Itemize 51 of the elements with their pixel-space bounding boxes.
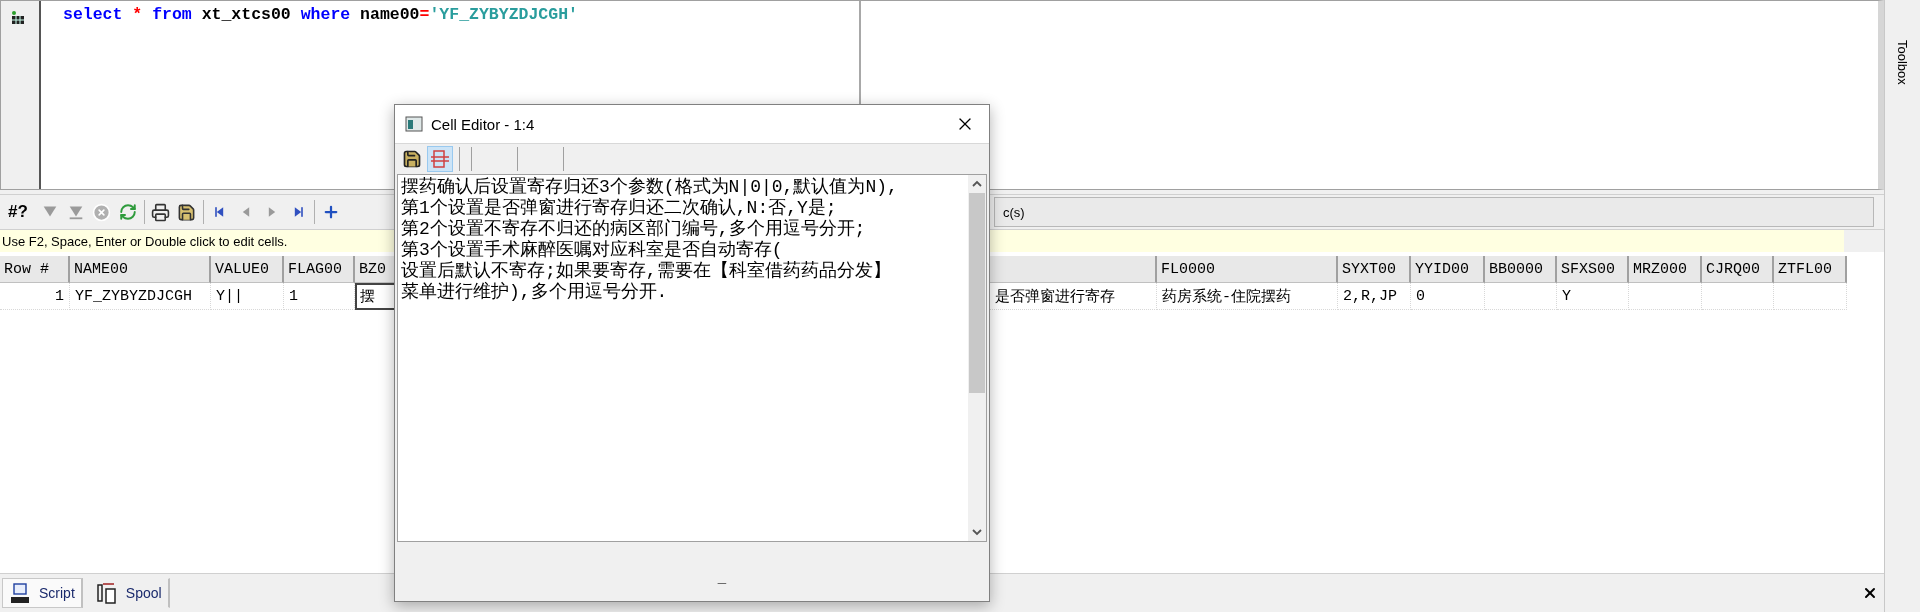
row-number: 1 (0, 283, 70, 310)
close-icon[interactable] (1862, 585, 1878, 601)
table-cell[interactable]: 是否弹窗进行寄存 (990, 283, 1157, 310)
window-title: Cell Editor - 1:4 (431, 115, 535, 133)
text-line: 菜单进行维护),多个用逗号分开. (401, 282, 669, 303)
column-header[interactable]: VALUE0 (211, 256, 284, 283)
bottom-tab[interactable]: Script (2, 578, 83, 608)
table-cell[interactable] (1702, 283, 1774, 310)
table-cell[interactable] (1629, 283, 1702, 310)
sql-script-icon (9, 582, 31, 604)
status-text: c(s) (1003, 204, 1025, 220)
save-icon[interactable] (176, 202, 197, 222)
column-header[interactable]: SYXT00 (1338, 256, 1411, 283)
text-line: 设置后默认不寄存;如果要寄存,需要在【科室借药药品分发】 (401, 261, 892, 282)
column-header[interactable]: CJRQ00 (1702, 256, 1774, 283)
scrollbar[interactable] (968, 175, 986, 541)
column-header[interactable]: BB0000 (1485, 256, 1557, 283)
text-line: 第2个设置不寄存不归还的病区部门编号,多个用逗号分开; (401, 219, 867, 240)
column-header[interactable]: SFXS00 (1557, 256, 1629, 283)
status-text: _ (717, 568, 727, 585)
hint-text: Use F2, Space, Enter or Double click to edit cells. (2, 233, 288, 249)
printer-icon[interactable] (150, 202, 171, 222)
query-by-example-button[interactable]: #? (8, 202, 28, 222)
table-cell[interactable]: 1 (284, 283, 355, 310)
bottom-tab[interactable]: Spool (88, 578, 170, 608)
tab-label: Script (39, 585, 75, 601)
toolbox-tab[interactable]: Toolbox (1895, 40, 1910, 85)
table-cell[interactable] (1485, 283, 1557, 310)
table-cell[interactable] (1774, 283, 1847, 310)
table-cell[interactable]: 药房系统-住院摆药 (1157, 283, 1338, 310)
text-line: 第1个设置是否弹窗进行寄存归还二次确认,N:否,Y是; (401, 198, 838, 219)
text-line: 摆药确认后设置寄存归还3个参数(格式为N|0|0,默认值为N), (401, 177, 899, 198)
sql-code-line[interactable]: select * from xt_xtcs00 where name00='YF_ZYBYZDJCGH' (63, 4, 859, 26)
column-header[interactable]: ZTFL00 (1774, 256, 1847, 283)
grid-icon (11, 11, 25, 25)
column-header[interactable]: FL0000 (1157, 256, 1338, 283)
column-header[interactable]: Row # (0, 256, 70, 283)
column-header[interactable]: NAME00 (70, 256, 211, 283)
refresh-icon[interactable] (117, 202, 138, 222)
table-cell[interactable]: YF_ZYBYZDJCGH (70, 283, 211, 310)
tab-label: Spool (125, 585, 162, 601)
table-cell[interactable]: Y|| (211, 283, 284, 310)
spool-icon (95, 581, 118, 605)
window-icon (405, 116, 423, 132)
column-header[interactable]: MRZ000 (1629, 256, 1702, 283)
table-cell[interactable]: 2,R,JP (1338, 283, 1411, 310)
table-cell[interactable]: 0 (1411, 283, 1485, 310)
column-header[interactable]: FLAG00 (284, 256, 355, 283)
text-line: 第3个设置手术麻醉医嘱对应科室是否自动寄存( (401, 240, 784, 261)
table-cell[interactable]: Y (1557, 283, 1629, 310)
column-header[interactable]: YYID00 (1411, 256, 1485, 283)
